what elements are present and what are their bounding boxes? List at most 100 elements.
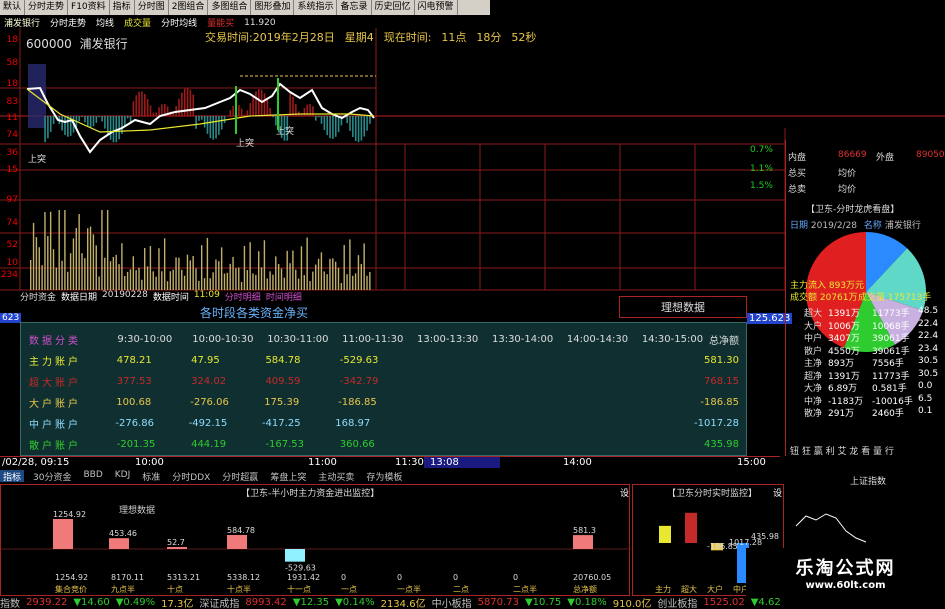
down-bar — [118, 116, 120, 140]
bl-foot-label-0: 集合竞价 — [55, 585, 87, 594]
rp-list-cell: 30.5 — [918, 368, 939, 379]
up-bar — [183, 88, 186, 116]
volume-bar — [363, 243, 365, 290]
rp-list-cell: 10068手 — [872, 321, 910, 332]
bl-foot-value-9: 20760.05 — [573, 573, 612, 582]
menu-item-10[interactable]: 历史回忆 — [372, 0, 415, 15]
dragon-title: 【卫东-分时龙虎看盘】 — [806, 205, 900, 215]
sub-item-5: 时间明细 — [265, 293, 302, 303]
tab-3[interactable]: KDJ — [112, 470, 134, 482]
up-bar — [240, 108, 243, 116]
top-menu-bar: 默认 分时走势 F10资料 指标 分时图 2图组合 多图组合 图形叠加 系统指示 备忘录 历史回忆闪… — [0, 0, 490, 15]
volume-bar — [215, 259, 217, 290]
bl-foot-label-6: 一点半 — [397, 585, 421, 594]
volume-bar — [309, 281, 311, 290]
tab-1[interactable]: 30分资金 — [30, 470, 74, 482]
volume-bar — [286, 250, 288, 290]
down-bar — [337, 116, 340, 133]
bl-foot-value-8: 0 — [513, 573, 519, 582]
up-bar — [263, 93, 266, 116]
row-value: 768.15 — [703, 376, 739, 387]
row-value: 360.66 — [339, 439, 375, 450]
tab-2[interactable]: BBD — [80, 470, 105, 482]
bl-foot-label-7: 二点 — [453, 585, 469, 594]
down-bar — [220, 116, 223, 130]
volume-bar — [349, 239, 351, 290]
menu-item-3[interactable]: 指标 — [110, 0, 135, 15]
now-hour: 11点 — [441, 31, 467, 44]
menu-item-7[interactable]: 图形叠加 — [251, 0, 295, 15]
volume-bar — [30, 260, 32, 290]
menu-item-11[interactable]: 闪电预警 — [415, 0, 458, 15]
status-item-8: ▼0.14% — [335, 597, 375, 608]
rp-list-cell: 超净 — [804, 371, 823, 382]
rp-top-cell: 均价 — [838, 185, 857, 195]
tab-8[interactable]: 主动买卖 — [315, 470, 357, 482]
down-bar — [64, 116, 66, 135]
volume-bar — [352, 275, 354, 290]
volume-bar — [266, 278, 268, 290]
volume-bar — [121, 243, 123, 290]
menu-item-2[interactable]: F10资料 — [68, 0, 110, 15]
rp-top-cell: 内盘 — [788, 153, 807, 163]
down-bar — [366, 116, 368, 131]
menu-item-5[interactable]: 2图组合 — [169, 0, 209, 15]
volume-bar — [260, 267, 263, 290]
indicator-tabs: 指标 30分资金 BBD KDJ 标准 分时DDX 分时超赢 筹盘上突 主动买卖 存为模板 — [0, 470, 420, 482]
menu-item-6[interactable]: 多图组合 — [208, 0, 252, 15]
settings-icon[interactable]: 设 — [620, 486, 629, 499]
table-row: 大户账户 100.68 -276.06 175.39 -186.85 -186.85 — [29, 392, 739, 413]
volume-bar — [226, 272, 229, 290]
status-item-2: ▼14.60 — [73, 597, 110, 608]
volume-bar — [155, 276, 157, 290]
volume-bar — [186, 254, 189, 290]
time-start: /02/28, 09:15 — [2, 457, 70, 468]
volume-bar — [292, 250, 294, 290]
dialog-header-5: 13:00-13:30 — [417, 334, 479, 345]
volume-bar — [58, 210, 60, 290]
rp-list-cell: 0.581手 — [872, 384, 907, 394]
tab-6[interactable]: 分时超赢 — [219, 470, 261, 482]
bm-foot-label-1: 超大 — [681, 585, 697, 594]
half-hour-bars: 1254.92 453.46 52.7 584.78 -529.63 581.3 — [1, 510, 631, 573]
down-bar — [209, 116, 212, 139]
rp-list-cell: 大户 — [804, 321, 823, 332]
menu-item-8[interactable]: 系统指示 — [294, 0, 338, 15]
tab-9[interactable]: 存为模板 — [363, 470, 405, 482]
time-t4: 13:08 — [424, 457, 500, 468]
left-axis-label-3: 83 — [6, 97, 18, 107]
tab-4[interactable]: 标准 — [139, 470, 163, 482]
tab-7[interactable]: 筹盘上突 — [267, 470, 309, 482]
half-hour-bar-label-1: 453.46 — [109, 529, 137, 538]
down-bar — [198, 116, 200, 121]
dialog-header-4: 11:00-11:30 — [342, 334, 404, 345]
bl-foot-value-7: 0 — [453, 573, 459, 582]
volume-bar — [366, 275, 368, 290]
volume-bar — [323, 271, 325, 290]
rp-list-cell: 中净 — [804, 396, 823, 407]
status-item-12: ▼10.75 — [524, 597, 562, 608]
rp-list-cell: 1391万 — [828, 309, 860, 319]
volume-bar — [132, 256, 134, 290]
bm-settings-icon[interactable]: 设 — [773, 486, 782, 499]
down-bar — [349, 116, 351, 131]
menu-item-4[interactable]: 分时图 — [135, 0, 169, 15]
menu-item-9[interactable]: 备忘录 — [337, 0, 372, 15]
down-bar — [323, 116, 326, 131]
tab-0[interactable]: 指标 — [0, 470, 25, 482]
tab-5[interactable]: 分时DDX — [169, 470, 213, 482]
menu-item-0[interactable]: 默认 — [0, 0, 26, 15]
volume-bar — [343, 245, 345, 290]
menu-item-1[interactable]: 分时走势 — [25, 0, 69, 15]
rp-list-cell: 11773手 — [872, 371, 910, 382]
status-item-4: 17.3亿 — [161, 599, 194, 609]
up-bar — [149, 105, 152, 116]
row-label-1: 超大账户 — [29, 378, 81, 389]
bl-title: 【卫东-半小时主力资金进出监控】 — [241, 489, 380, 499]
down-bar — [44, 116, 46, 143]
up-bar — [292, 96, 294, 116]
half-hour-bar-label-5: 581.3 — [573, 526, 596, 535]
bl-foot-value-1: 8170.11 — [111, 573, 145, 582]
index-mini-chart — [795, 513, 867, 543]
annot-up3: 上突 — [276, 127, 295, 137]
